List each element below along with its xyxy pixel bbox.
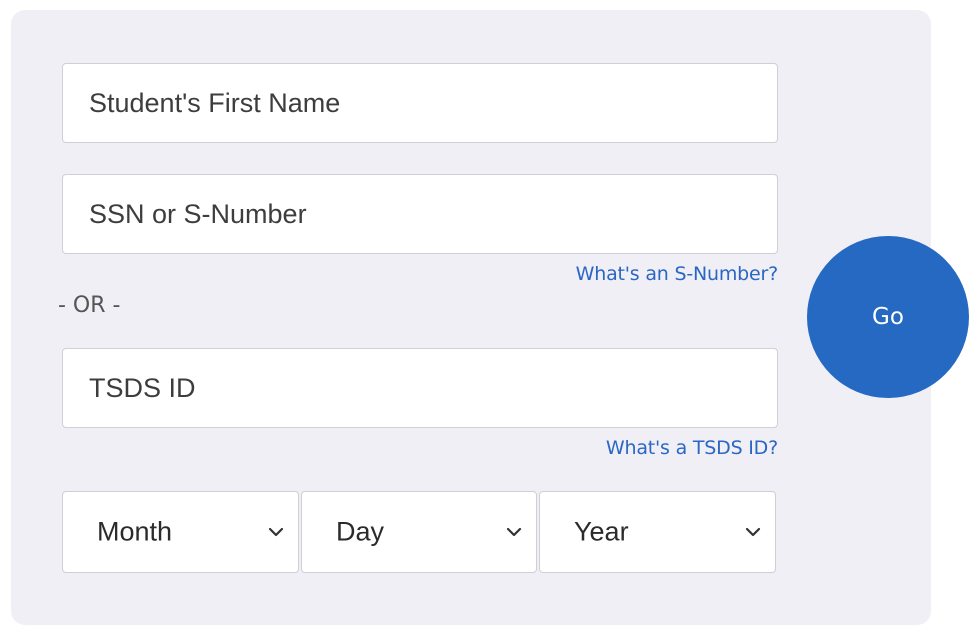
chevron-down-icon — [268, 527, 284, 537]
birth-year-select[interactable]: Year — [539, 491, 776, 573]
birth-month-select[interactable]: Month — [62, 491, 299, 573]
birth-day-select[interactable]: Day — [301, 491, 537, 573]
birth-year-value: Year — [574, 516, 629, 547]
go-button[interactable]: Go — [807, 236, 969, 398]
first-name-input[interactable] — [62, 63, 778, 143]
tsds-id-help-link[interactable]: What's a TSDS ID? — [606, 437, 778, 459]
ssn-input[interactable] — [62, 174, 778, 254]
tsds-id-input[interactable] — [62, 348, 778, 428]
birth-day-value: Day — [336, 516, 385, 547]
or-divider: - OR - — [58, 293, 121, 318]
chevron-down-icon — [506, 527, 522, 537]
birth-month-value: Month — [97, 516, 173, 547]
chevron-down-icon — [745, 527, 761, 537]
s-number-help-link[interactable]: What's an S-Number? — [576, 263, 779, 285]
